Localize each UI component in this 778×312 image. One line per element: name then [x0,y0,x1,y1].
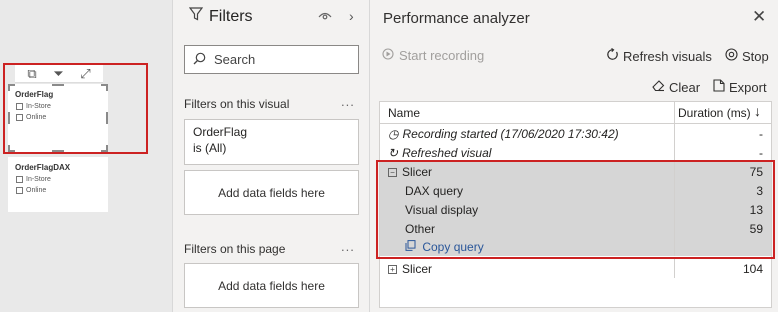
export-icon [713,79,725,95]
stop-button[interactable]: Stop [725,48,769,64]
row-label: ◷ Recording started (17/06/2020 17:30:42) [388,127,619,141]
column-divider [674,259,675,278]
column-divider [674,124,675,143]
sort-descending-icon[interactable]: ↓ [754,103,761,119]
stop-label: Stop [742,48,769,64]
filters-on-visual-label: Filters on this visual [184,97,290,111]
refresh-visuals-label: Refresh visuals [623,48,712,64]
row-label: ↻ Refreshed visual [388,146,492,160]
search-icon [193,52,206,68]
close-icon[interactable]: ✕ [752,7,766,27]
column-header-name[interactable]: Name [388,106,420,120]
export-label: Export [729,79,767,95]
table-row-slicer-collapsed[interactable]: + Slicer 104 [380,259,771,278]
filters-header: Filters [188,7,253,26]
filters-title: Filters [209,7,253,25]
highlight-box [3,63,148,154]
performance-analyzer-pane: Performance analyzer ✕ Start recording R… [370,0,778,312]
stop-icon [725,48,738,64]
pane-title: Performance analyzer [383,10,530,27]
start-recording-label: Start recording [399,48,485,63]
filters-pane: Filters › Search Filters on this visual … [172,0,370,312]
expand-icon[interactable]: + [388,265,397,275]
chevron-right-icon[interactable]: › [349,8,354,24]
clock-icon: ◷ [388,127,399,141]
highlight-box [376,160,775,259]
row-label: + Slicer [388,262,432,276]
filters-on-page-label: Filters on this page [184,242,286,256]
search-input[interactable]: Search [184,45,359,74]
record-icon [382,48,394,63]
export-button[interactable]: Export [713,79,767,95]
column-header-duration[interactable]: Duration (ms) [678,106,751,120]
search-placeholder: Search [214,52,256,67]
slicer-option-instore[interactable]: In-Store [16,176,51,183]
more-options-icon[interactable]: ... [341,94,355,109]
filter-card-orderflag[interactable]: OrderFlag is (All) [184,119,359,165]
row-duration: 104 [742,262,763,276]
table-header: Name Duration (ms) ↓ [380,102,771,124]
checkbox-icon[interactable] [16,187,23,194]
clear-label: Clear [669,79,701,95]
report-canvas [0,0,172,312]
clear-button[interactable]: Clear [652,79,700,95]
slicer-option-label: In-Store [26,176,51,183]
table-row[interactable]: ◷ Recording started (17/06/2020 17:30:42)… [380,124,771,143]
filter-field-name: OrderFlag [193,125,248,139]
eraser-icon [652,79,665,95]
more-options-icon[interactable]: ... [341,239,355,254]
start-recording-button[interactable]: Start recording [382,48,484,63]
slicer-option-online[interactable]: Online [16,187,46,194]
refresh-icon: ↻ [388,146,399,160]
add-data-fields-visual[interactable]: Add data fields here [184,170,359,215]
refresh-visuals-button[interactable]: Refresh visuals [606,47,712,64]
add-data-fields-page[interactable]: Add data fields here [184,263,359,308]
checkbox-icon[interactable] [16,176,23,183]
eye-icon[interactable] [318,10,332,24]
column-divider[interactable] [674,102,675,124]
slicer-option-label: Online [26,187,47,194]
filter-value: is (All) [193,141,227,155]
orderflagdax-slicer[interactable]: OrderFlagDAX In-Store Online [8,157,108,212]
row-duration: - [759,127,763,141]
filter-icon [188,7,204,26]
refresh-icon [606,47,619,64]
slicer-title: OrderFlagDAX [15,163,71,172]
row-duration: - [759,146,763,160]
